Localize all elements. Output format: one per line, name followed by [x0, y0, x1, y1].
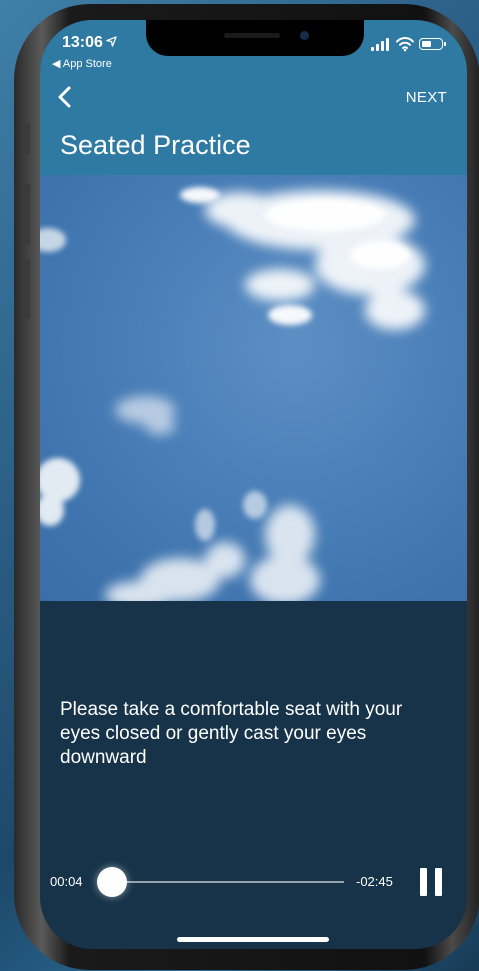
front-camera [300, 31, 309, 40]
volume-up-button [24, 184, 30, 244]
pause-icon [420, 868, 427, 896]
pause-icon [435, 868, 442, 896]
status-time-text: 13:06 [62, 34, 103, 51]
earpiece-speaker [224, 33, 280, 38]
progress-thumb[interactable] [96, 867, 127, 897]
instruction-text: Please take a comfortable seat with your… [60, 699, 403, 768]
next-button[interactable]: NEXT [406, 89, 447, 106]
page-title: Seated Practice [60, 130, 251, 160]
elapsed-time: 00:04 [50, 874, 83, 889]
app-header: 13:06 ◀ App Store NEXT Seated Practice [40, 20, 467, 175]
pause-button[interactable] [420, 868, 446, 896]
cloud-image [40, 187, 425, 601]
sky-video [40, 175, 467, 601]
phone-screen: 13:06 ◀ App Store NEXT Seated Practice P… [40, 20, 467, 949]
notch [146, 20, 364, 56]
audio-player: 00:04 -02:45 [40, 862, 467, 902]
wifi-icon [396, 36, 414, 52]
progress-slider[interactable] [96, 867, 344, 897]
battery-icon [419, 38, 446, 50]
home-indicator[interactable] [177, 937, 329, 942]
mute-switch [24, 124, 30, 154]
battery-level-fill [421, 40, 432, 47]
volume-down-button [24, 259, 30, 319]
cellular-signal-icon [371, 38, 391, 51]
chevron-left-icon [58, 86, 71, 108]
remaining-time: -02:45 [356, 874, 393, 889]
back-button[interactable] [50, 82, 80, 112]
status-time: 13:06 [62, 34, 117, 52]
location-arrow-icon [106, 36, 117, 50]
back-to-app-store-link[interactable]: ◀ App Store [52, 57, 112, 70]
